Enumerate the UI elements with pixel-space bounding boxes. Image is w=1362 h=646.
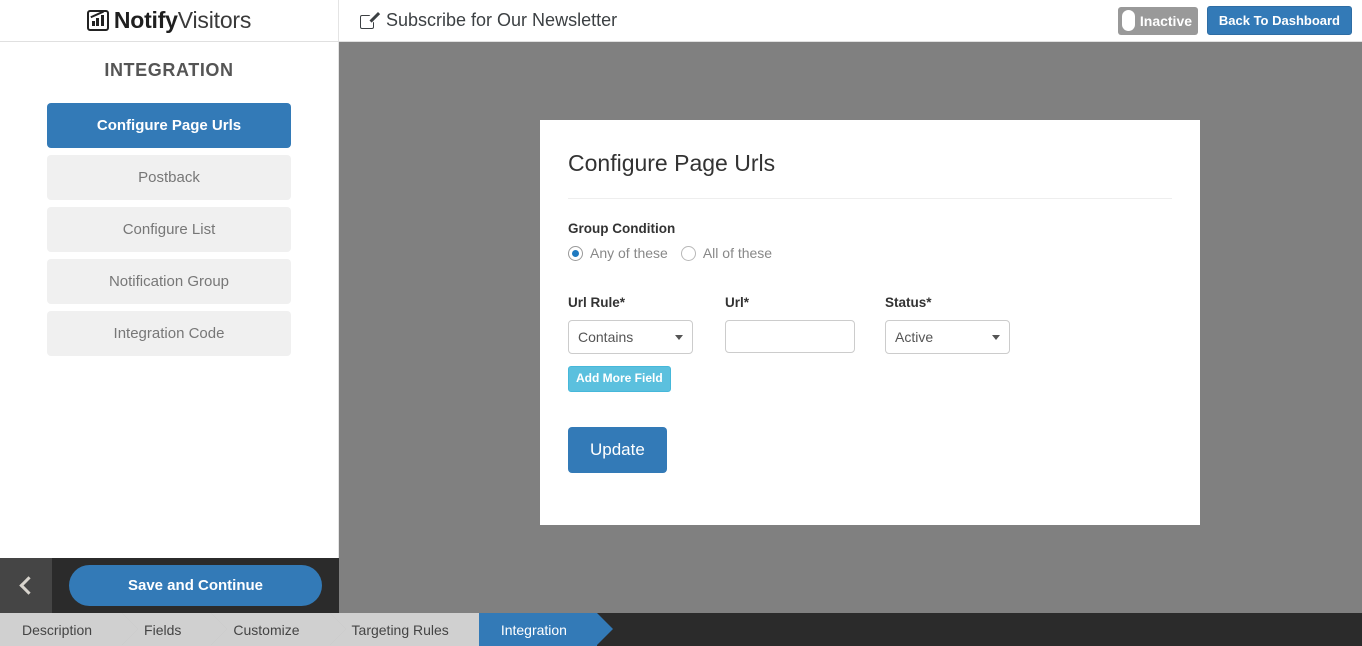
status-select[interactable]: Active — [885, 320, 1010, 354]
chart-bars-icon — [86, 10, 109, 31]
sidebar-item-integration-code[interactable]: Integration Code — [47, 311, 291, 356]
status-label: Status* — [885, 295, 932, 310]
toggle-knob — [1121, 10, 1135, 31]
url-label: Url* — [725, 295, 750, 310]
url-column: Url* — [725, 295, 885, 354]
sidebar-item-configure-page-urls[interactable]: Configure Page Urls — [47, 103, 291, 148]
add-more-field-button[interactable]: Add More Field — [568, 366, 671, 392]
brand-name-light: Visitors — [177, 7, 252, 33]
card-title: Configure Page Urls — [568, 150, 776, 176]
back-button[interactable] — [0, 558, 52, 613]
wizard-step-targeting-rules[interactable]: Targeting Rules — [329, 613, 495, 646]
url-input[interactable] — [725, 320, 855, 353]
sidebar: INTEGRATION Configure Page Urls Postback… — [0, 42, 339, 558]
status-column: Status* Active — [885, 295, 1015, 354]
radio-any-of-these[interactable]: Any of these — [568, 245, 668, 261]
wizard-step-label: Description — [22, 621, 93, 638]
wizard-step-label: Targeting Rules — [351, 621, 449, 638]
group-condition-radio-group: Any of these All of these — [568, 245, 1172, 261]
radio-icon-unchecked[interactable] — [680, 245, 696, 261]
update-button[interactable]: Update — [568, 426, 667, 473]
back-to-dashboard-button[interactable]: Back To Dashboard — [1206, 6, 1352, 35]
url-rule-select-value: Contains — [578, 329, 634, 345]
configure-page-urls-card: Configure Page Urls Group Condition Any … — [540, 120, 1200, 525]
card-body: Group Condition Any of these All of thes… — [540, 199, 1200, 473]
url-rule-select[interactable]: Contains — [568, 320, 693, 354]
sidebar-item-configure-list[interactable]: Configure List — [47, 207, 291, 252]
url-rule-label: Url Rule* — [568, 295, 626, 310]
wizard-step-label: Integration — [500, 621, 567, 638]
wizard-step-label: Customize — [233, 621, 300, 638]
radio-all-of-these-label: All of these — [702, 245, 773, 261]
radio-all-of-these[interactable]: All of these — [680, 245, 773, 261]
page-title: Subscribe for Our Newsletter — [360, 0, 617, 41]
url-rule-column: Url Rule* Contains — [568, 295, 725, 354]
sidebar-footer: Save and Continue — [0, 558, 339, 613]
top-bar: NotifyVisitors Subscribe for Our Newslet… — [0, 0, 1362, 42]
sidebar-item-notification-group[interactable]: Notification Group — [47, 259, 291, 304]
save-and-continue-button[interactable]: Save and Continue — [69, 565, 322, 606]
sidebar-item-postback[interactable]: Postback — [47, 155, 291, 200]
radio-icon-checked[interactable] — [568, 245, 583, 261]
status-toggle[interactable]: Inactive — [1117, 6, 1198, 35]
chevron-down-icon — [675, 335, 683, 340]
main-content: Configure Page Urls Group Condition Any … — [339, 42, 1362, 613]
wizard-step-integration[interactable]: Integration — [478, 613, 613, 646]
wizard-step-customize[interactable]: Customize — [211, 613, 346, 646]
url-rule-form-row: Url Rule* Contains Url* Status* Active — [568, 295, 1172, 354]
status-badge: Inactive — [1139, 12, 1193, 29]
radio-any-of-these-label: Any of these — [590, 245, 668, 261]
sidebar-nav: Configure Page Urls Postback Configure L… — [47, 103, 291, 356]
edit-square-icon[interactable] — [360, 11, 381, 29]
brand-logo[interactable]: NotifyVisitors — [0, 0, 339, 41]
sidebar-title: INTEGRATION — [104, 60, 234, 80]
wizard-step-label: Fields — [144, 621, 182, 638]
wizard-tail — [596, 613, 1362, 646]
chevron-left-icon — [19, 576, 38, 595]
page-title-text: Subscribe for Our Newsletter — [386, 10, 618, 30]
chevron-down-icon — [992, 335, 1000, 340]
group-condition-label: Group Condition — [568, 221, 676, 236]
wizard-step-description[interactable]: Description — [0, 613, 139, 646]
app-root: NotifyVisitors Subscribe for Our Newslet… — [0, 0, 1362, 646]
wizard-breadcrumb: Description Fields Customize Targeting R… — [0, 613, 1362, 646]
status-select-value: Active — [895, 329, 934, 345]
top-bar-actions: Inactive Back To Dashboard — [1117, 0, 1352, 41]
brand-name-bold: Notify — [113, 7, 178, 33]
